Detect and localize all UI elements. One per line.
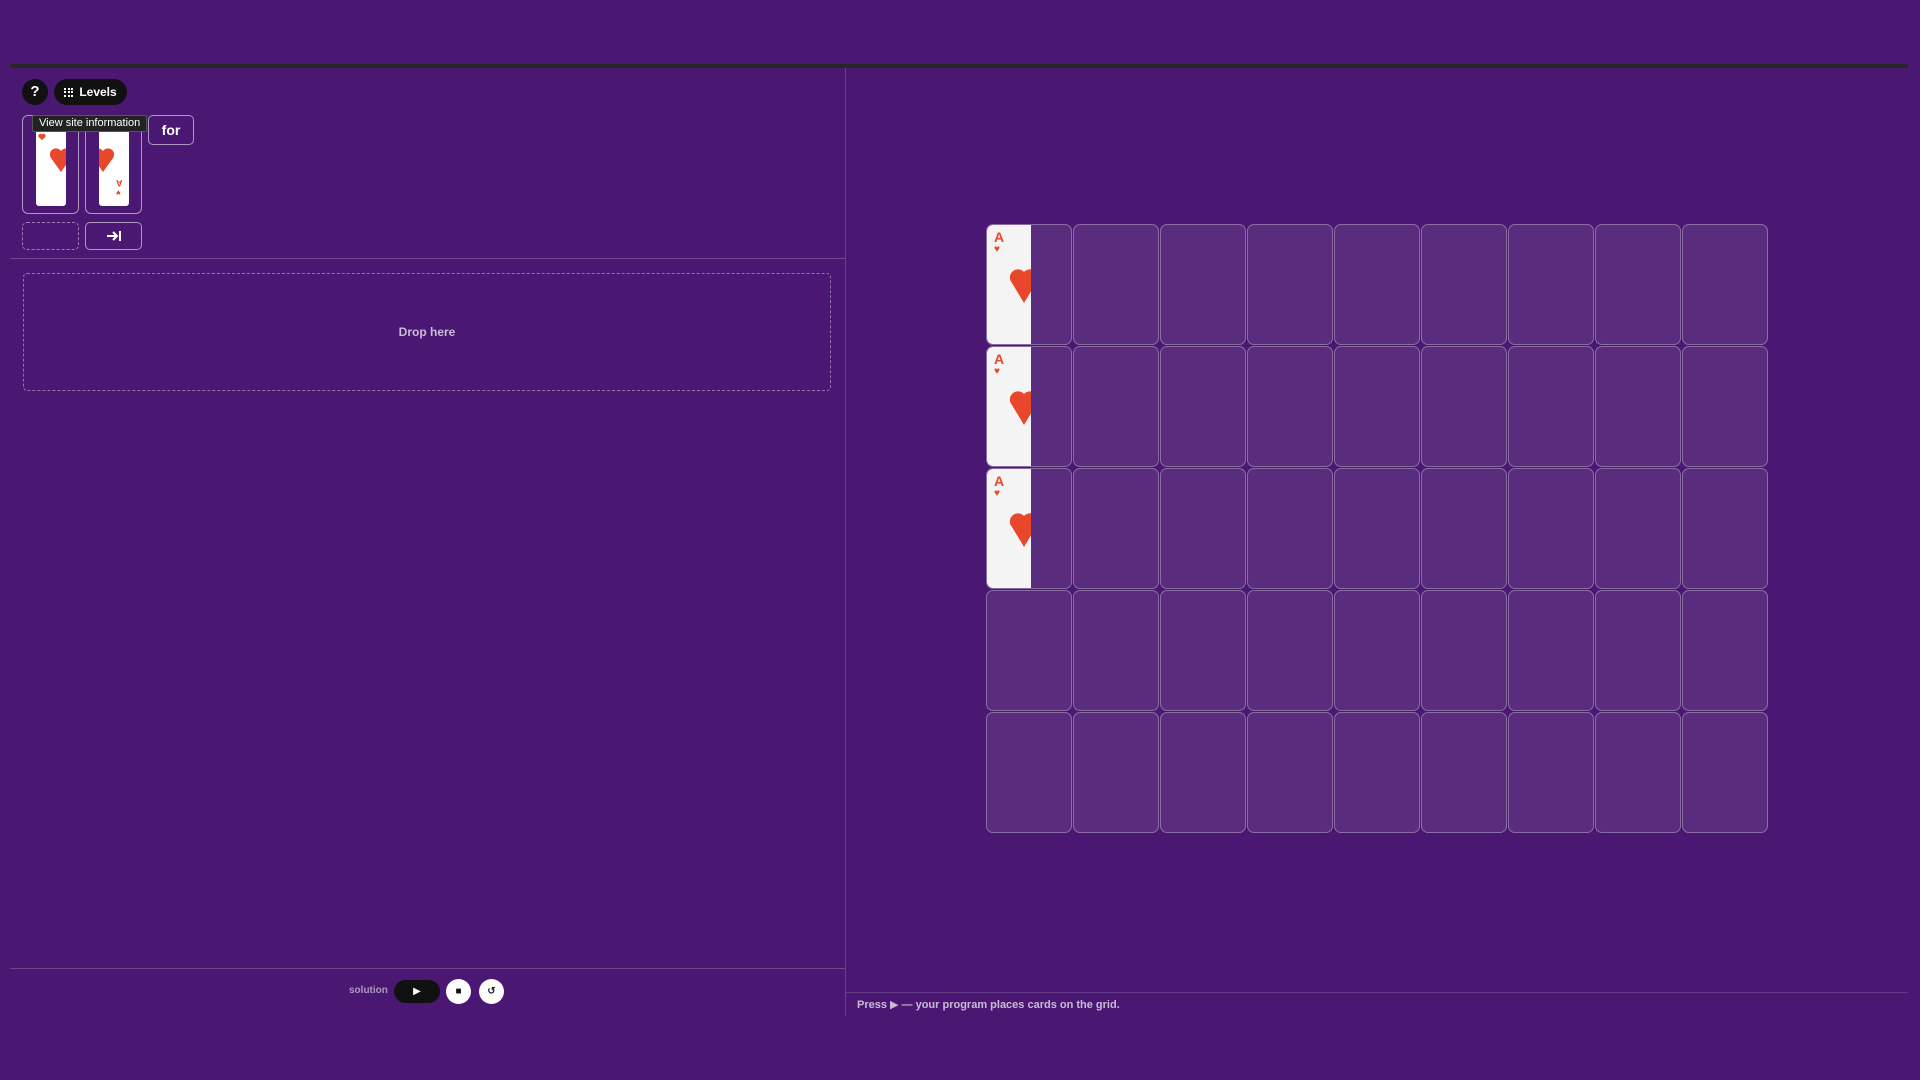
- card-grid: A ♥ A ♥ A ♥: [986, 224, 1768, 833]
- grid-cell[interactable]: [1160, 712, 1246, 833]
- heart-icon: [49, 148, 66, 172]
- grid-cell[interactable]: [1073, 346, 1159, 467]
- grid-cell[interactable]: [1334, 590, 1420, 711]
- grid-cell[interactable]: [1334, 224, 1420, 345]
- rank-label: A: [994, 229, 1005, 245]
- grid-cell[interactable]: A ♥: [986, 346, 1072, 467]
- grid-cell[interactable]: [1160, 224, 1246, 345]
- card-face: A ♥: [99, 130, 129, 206]
- grid-cell[interactable]: [986, 712, 1072, 833]
- grid-cell[interactable]: [1595, 590, 1681, 711]
- placed-card: A ♥: [987, 347, 1031, 466]
- grid-cell[interactable]: [1421, 346, 1507, 467]
- grid-cell[interactable]: [1682, 224, 1768, 345]
- grid-cell[interactable]: [1073, 590, 1159, 711]
- heart-icon: [1009, 513, 1031, 547]
- card-face: [36, 130, 66, 206]
- suit-label: ♥: [994, 366, 1000, 377]
- hint-text: Press ▶ — your program places cards on t…: [857, 999, 1120, 1011]
- program-dropzone[interactable]: Drop here: [23, 273, 831, 391]
- rank-label: A: [994, 473, 1005, 489]
- suit-label: ♥: [116, 188, 121, 197]
- heart-icon: [38, 133, 46, 141]
- site-info-tooltip: View site information: [32, 115, 148, 132]
- grid-cell[interactable]: [1247, 468, 1333, 589]
- grid-cell[interactable]: [1073, 712, 1159, 833]
- grid-cell[interactable]: A ♥: [986, 468, 1072, 589]
- grid-cell[interactable]: [1073, 224, 1159, 345]
- dropzone-label: Drop here: [398, 325, 456, 339]
- grid-cell[interactable]: [1160, 590, 1246, 711]
- grid-cell[interactable]: [1682, 346, 1768, 467]
- grid-cell[interactable]: [1508, 712, 1594, 833]
- play-button[interactable]: ▶: [394, 980, 440, 1003]
- heart-icon: [99, 148, 115, 172]
- grid-cell[interactable]: [986, 590, 1072, 711]
- grid-cell[interactable]: [1334, 712, 1420, 833]
- panel-divider: [845, 68, 846, 1016]
- grid-cell[interactable]: [1247, 224, 1333, 345]
- grid-cell[interactable]: [1682, 468, 1768, 589]
- separator: [846, 992, 1908, 993]
- grid-cell[interactable]: [1334, 346, 1420, 467]
- separator: [10, 968, 845, 969]
- tab-block[interactable]: [85, 222, 142, 250]
- levels-label: Levels: [79, 85, 117, 99]
- grid-cell[interactable]: [1595, 346, 1681, 467]
- grid-cell[interactable]: [1508, 224, 1594, 345]
- grid-cell[interactable]: [1421, 468, 1507, 589]
- help-button[interactable]: ?: [22, 79, 48, 105]
- empty-slot[interactable]: [22, 222, 79, 250]
- solution-label: solution: [349, 985, 388, 996]
- reset-button[interactable]: ↺: [479, 979, 504, 1004]
- placed-card: A ♥: [987, 225, 1031, 344]
- grid-cell[interactable]: [1421, 590, 1507, 711]
- rank-label: A: [116, 178, 123, 188]
- grid-cell[interactable]: [1682, 590, 1768, 711]
- grid-cell[interactable]: [1595, 712, 1681, 833]
- heart-icon: [1009, 269, 1031, 303]
- grid-cell[interactable]: [1247, 712, 1333, 833]
- suit-label: ♥: [994, 488, 1000, 499]
- levels-button[interactable]: Levels: [54, 79, 127, 105]
- grid-cell[interactable]: A ♥: [986, 224, 1072, 345]
- grid-cell[interactable]: [1421, 712, 1507, 833]
- heart-icon: [1009, 391, 1031, 425]
- grid-cell[interactable]: [1595, 224, 1681, 345]
- suit-label: ♥: [994, 244, 1000, 255]
- grid-cell[interactable]: [1421, 224, 1507, 345]
- grid-icon: [64, 87, 74, 97]
- grid-cell[interactable]: [1595, 468, 1681, 589]
- grid-cell[interactable]: [1160, 468, 1246, 589]
- grid-cell[interactable]: [1334, 468, 1420, 589]
- stop-button[interactable]: ■: [446, 979, 471, 1004]
- for-block[interactable]: for: [148, 115, 194, 145]
- placed-card: A ♥: [987, 469, 1031, 588]
- grid-cell[interactable]: [1073, 468, 1159, 589]
- tab-arrow-icon: [106, 231, 121, 241]
- grid-cell[interactable]: [1508, 346, 1594, 467]
- top-bar: [10, 64, 1908, 68]
- grid-cell[interactable]: [1508, 590, 1594, 711]
- grid-cell[interactable]: [1247, 346, 1333, 467]
- separator: [10, 258, 845, 259]
- rank-label: A: [994, 351, 1005, 367]
- grid-cell[interactable]: [1682, 712, 1768, 833]
- grid-cell[interactable]: [1160, 346, 1246, 467]
- grid-cell[interactable]: [1247, 590, 1333, 711]
- grid-cell[interactable]: [1508, 468, 1594, 589]
